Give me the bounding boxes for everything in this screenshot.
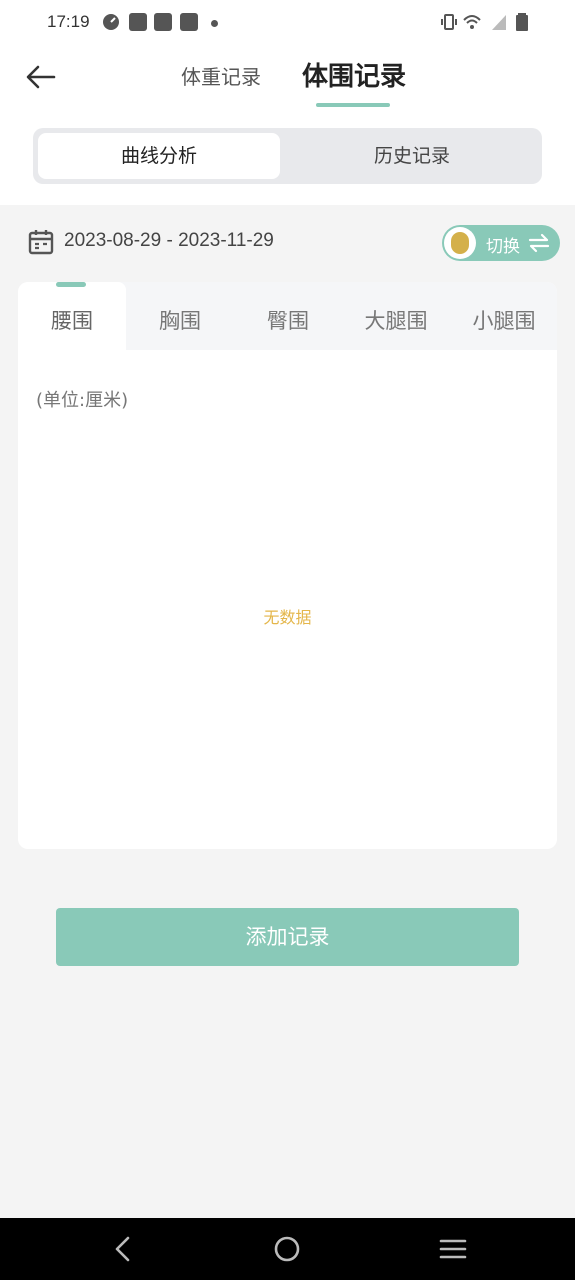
tab-calf[interactable]: 小腿围 [450, 282, 557, 350]
body-part-tabs: 腰围 胸围 臀围 大腿围 小腿围 [18, 282, 557, 350]
chart-card: 腰围 胸围 臀围 大腿围 小腿围 (单位:厘米) 无数据 [18, 282, 557, 849]
tab-thigh[interactable]: 大腿围 [342, 282, 450, 350]
swap-arrows-icon [528, 233, 550, 253]
view-segmented-control: 曲线分析 历史记录 [33, 128, 542, 184]
nav-back-icon[interactable] [110, 1235, 136, 1263]
tab-label: 臀围 [267, 309, 309, 333]
back-arrow-icon[interactable] [24, 60, 58, 94]
tab-weight-record[interactable]: 体重记录 [181, 60, 261, 94]
switch-button[interactable]: 切换 [442, 225, 560, 261]
signal-icon [492, 15, 506, 30]
tab-girth-record[interactable]: 体围记录 [302, 60, 406, 94]
date-range[interactable]: 2023-08-29 - 2023-11-29 [64, 230, 274, 252]
active-tab-indicator [316, 103, 390, 107]
speedometer-icon [103, 14, 119, 30]
tab-label: 小腿围 [472, 309, 536, 333]
status-time: 17:19 [47, 12, 90, 31]
switch-label: 切换 [486, 237, 520, 257]
shopping-bag-icon [180, 13, 198, 31]
system-navigation-bar [0, 1218, 575, 1280]
status-bar: 17:19 [0, 0, 575, 46]
more-notifications-dot [211, 20, 218, 27]
calendar-icon[interactable] [28, 229, 54, 255]
nav-home-icon[interactable] [273, 1235, 301, 1263]
shopping-bag-icon [129, 13, 147, 31]
tab-label: 胸围 [159, 309, 201, 333]
add-record-button[interactable]: 添加记录 [56, 908, 519, 966]
tab-label: 腰围 [51, 309, 93, 333]
tab-indicator [56, 282, 86, 287]
segment-curve-analysis[interactable]: 曲线分析 [38, 133, 280, 179]
avatar [444, 227, 476, 259]
tab-chest[interactable]: 胸围 [126, 282, 234, 350]
tab-label: 大腿围 [364, 309, 428, 333]
battery-icon [516, 13, 528, 31]
tab-hip[interactable]: 臀围 [234, 282, 342, 350]
shopping-bag-icon [154, 13, 172, 31]
nav-menu-icon[interactable] [439, 1235, 467, 1263]
tab-waist[interactable]: 腰围 [18, 282, 126, 350]
segment-history[interactable]: 历史记录 [287, 133, 537, 179]
no-data-text: 无数据 [263, 608, 312, 627]
unit-label: (单位:厘米) [36, 390, 129, 411]
wifi-icon [463, 15, 481, 29]
vibrate-icon [441, 14, 457, 30]
